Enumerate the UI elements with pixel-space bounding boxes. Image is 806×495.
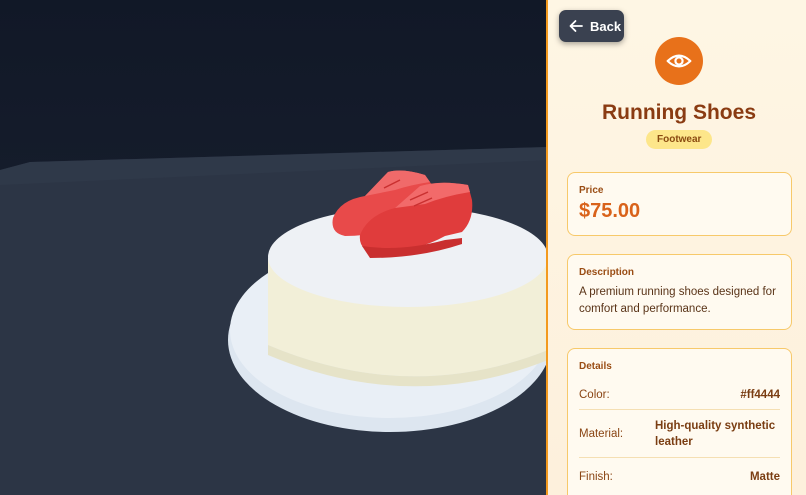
price-value: $75.00: [579, 200, 641, 222]
detail-key: Finish:: [579, 471, 613, 483]
price-label: Price: [579, 185, 604, 196]
details-card: Details Color: #ff4444 Material: High-qu…: [567, 348, 792, 495]
description-card: Description A premium running shoes desi…: [567, 254, 792, 330]
detail-row-finish: Finish: Matte: [579, 458, 780, 495]
product-title: Running Shoes: [602, 101, 756, 124]
detail-value: High-quality synthetic leather: [655, 419, 776, 448]
eye-icon: [655, 37, 703, 85]
category-badge: Footwear: [646, 130, 713, 149]
details-label: Details: [579, 361, 612, 372]
product-details-panel: Running Shoes Footwear Price $75.00 Desc…: [546, 0, 806, 495]
description-label: Description: [579, 267, 635, 278]
detail-row-material: Material: High-quality synthetic leather: [579, 410, 780, 458]
scene-render: [0, 147, 548, 495]
price-card: Price $75.00: [567, 172, 792, 236]
detail-value: #ff4444: [740, 388, 780, 401]
detail-value: Matte: [749, 471, 780, 483]
description-text: A premium running shoes designed for com…: [579, 286, 776, 315]
back-label: Back: [590, 18, 622, 34]
back-button[interactable]: Back: [559, 10, 624, 42]
3d-viewport[interactable]: [0, 0, 548, 495]
detail-key: Material:: [579, 427, 624, 440]
detail-key: Color:: [579, 388, 610, 401]
detail-row-color: Color: #ff4444: [579, 380, 780, 410]
arrow-left-icon: [568, 18, 584, 34]
